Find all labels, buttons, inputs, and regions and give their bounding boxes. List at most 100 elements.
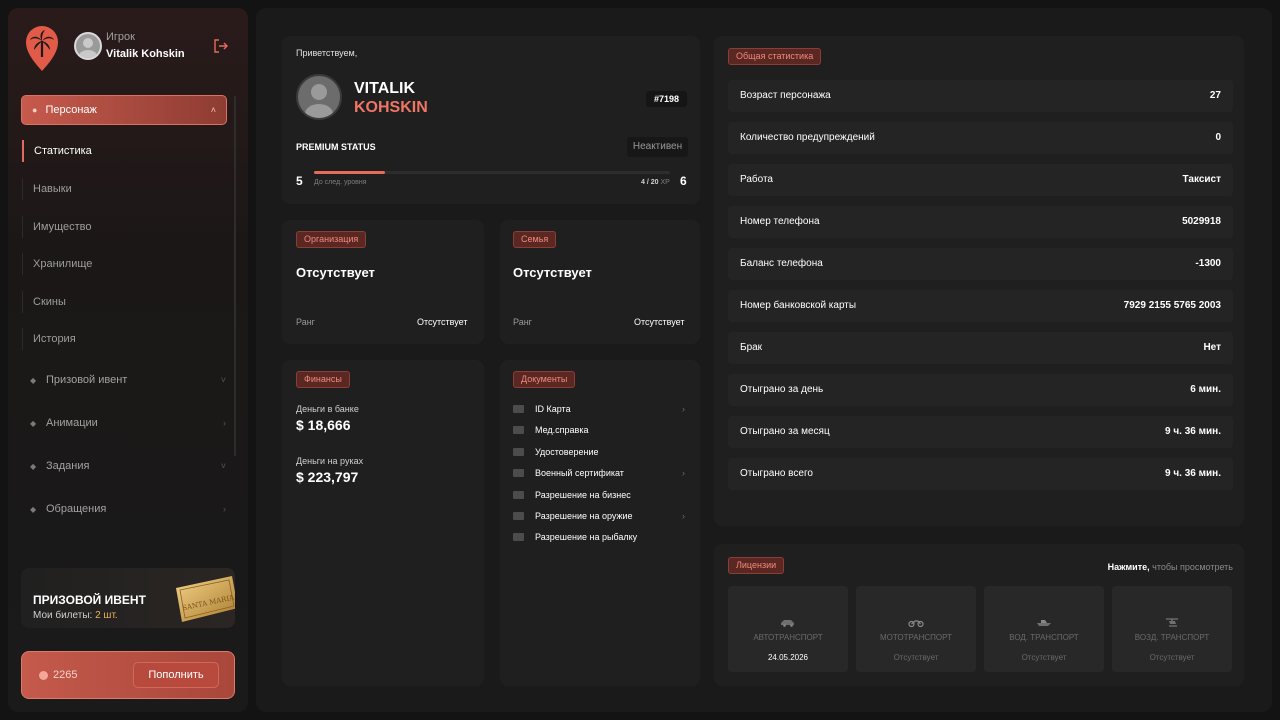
fish-icon (513, 533, 524, 541)
family-tag: Семья (513, 231, 557, 248)
license-value: Отсутствует (1021, 653, 1067, 662)
greeting: Приветствуем, (296, 48, 358, 58)
briefcase-icon (513, 491, 524, 499)
sidebar: Игрок Vitalik Kohskin ● Персонаж ˄ Стати… (8, 8, 248, 712)
submenu-item-history[interactable]: История (22, 328, 222, 350)
organization-value: Отсутствует (296, 265, 375, 280)
chevron-up-icon: ˄ (210, 105, 216, 115)
menu-item-character[interactable]: ● Персонаж ˄ (21, 95, 227, 125)
car-icon (781, 620, 794, 627)
animation-icon: ◆ (30, 419, 37, 428)
premium-label: PREMIUM STATUS (296, 142, 376, 152)
gift-icon: ◆ (30, 376, 37, 385)
family-rank-value: Отсутствует (634, 317, 685, 327)
licenses-tag: Лицензии (728, 557, 785, 574)
event-title: ПРИЗОВОЙ ИВЕНТ (33, 593, 146, 607)
stat-row: Отыграно за день 6 мин. (728, 374, 1233, 406)
menu-item-label: Призовой ивент (46, 374, 128, 386)
level-current: 5 (296, 174, 303, 188)
prize-event-card[interactable]: ПРИЗОВОЙ ИВЕНТ Мои билеты: 2 шт. SANTA M… (21, 568, 235, 628)
menu-item-label: Задания (46, 460, 90, 472)
stat-row: Количество предупреждений 0 (728, 122, 1233, 154)
player-id-badge: #7198 (646, 91, 688, 107)
menu-item-tasks[interactable]: ◆ Задания ˅ (30, 456, 226, 476)
person-icon: ● (32, 105, 38, 115)
menu-item-label: Анимации (46, 417, 98, 429)
level-next: 6 (680, 174, 687, 188)
licenses-hint: Нажмите, чтобы просмотреть (1107, 562, 1233, 572)
palm-logo-icon (26, 26, 58, 71)
menu-item-label: Обращения (46, 503, 107, 515)
xp-value: 4 / 20 XP (641, 179, 670, 186)
document-fishing[interactable]: Разрешение на рыбалку (513, 530, 685, 544)
document-military[interactable]: Военный сертификат › (513, 466, 685, 480)
balance-value: 2265 (53, 669, 78, 681)
certificate-icon (513, 448, 524, 456)
license-value: Отсутствует (893, 653, 939, 662)
chevron-down-icon: ˅ (220, 461, 226, 471)
xp-progress-bar (314, 171, 670, 174)
license-helicopter[interactable]: ВОЗД. ТРАНСПОРТ Отсутствует (1112, 586, 1232, 672)
ticket-icon: SANTA MARIA (176, 576, 235, 622)
profile-avatar (296, 74, 342, 120)
stat-row: Отыграно за месяц 9 ч. 36 мин. (728, 416, 1233, 448)
submenu-item-skins[interactable]: Скины (22, 291, 222, 313)
cash-money-value: $ 223,797 (296, 469, 359, 485)
boat-icon (1037, 620, 1051, 626)
stat-row: Брак Нет (728, 332, 1233, 364)
premium-status-badge: Неактивен (627, 137, 688, 157)
stat-row: Номер телефона 5029918 (728, 206, 1233, 238)
chevron-right-icon: › (223, 504, 226, 514)
military-icon (513, 469, 524, 477)
menu-item-animations[interactable]: ◆ Анимации › (30, 413, 226, 433)
license-type: АВТОТРАНСПОРТ (753, 633, 823, 642)
license-type: МОТОТРАНСПОРТ (879, 633, 953, 642)
documents-tag: Документы (513, 371, 576, 388)
license-value: 24.05.2026 (767, 653, 809, 662)
menu-item-requests[interactable]: ◆ Обращения › (30, 499, 226, 519)
submenu-item-property[interactable]: Имущество (22, 216, 222, 238)
document-medical[interactable]: Мед.справка (513, 423, 685, 437)
license-type: ВОЗД. ТРАНСПОРТ (1134, 633, 1210, 642)
user-name: Vitalik Kohskin (106, 48, 185, 60)
main-content: Приветствуем, VITALIK KOHSKIN #7198 PREM… (256, 8, 1272, 712)
license-car[interactable]: АВТОТРАНСПОРТ 24.05.2026 (728, 586, 848, 672)
chat-icon: ◆ (30, 505, 37, 514)
submenu-item-skills[interactable]: Навыки (22, 178, 222, 200)
license-motorcycle[interactable]: МОТОТРАНСПОРТ Отсутствует (856, 586, 976, 672)
helicopter-icon (1166, 618, 1178, 627)
submenu-item-statistics[interactable]: Статистика (22, 140, 222, 162)
finance-tag: Финансы (296, 371, 350, 388)
chevron-right-icon: › (682, 404, 685, 414)
menu-item-label: Персонаж (45, 104, 97, 116)
stat-row: Номер банковской карты 7929 2155 5765 200… (728, 290, 1233, 322)
family-rank-label: Ранг (513, 317, 532, 327)
menu-item-prize-event[interactable]: ◆ Призовой ивент ˅ (30, 370, 226, 390)
submenu-item-storage[interactable]: Хранилище (22, 253, 222, 275)
avatar[interactable] (74, 32, 102, 60)
logout-icon[interactable] (213, 38, 229, 54)
license-boat[interactable]: ВОД. ТРАНСПОРТ Отсутствует (984, 586, 1104, 672)
license-type: ВОД. ТРАНСПОРТ (1009, 633, 1079, 642)
chevron-down-icon: ˅ (220, 375, 226, 385)
last-name: KOHSKIN (354, 99, 428, 116)
stat-row: Возраст персонажа 27 (728, 80, 1233, 112)
next-level-label: До след. уровня (314, 179, 367, 186)
topup-button[interactable]: Пополнить (133, 662, 219, 688)
stat-row: Отыграно всего 9 ч. 36 мин. (728, 458, 1233, 490)
scrollbar[interactable] (234, 96, 236, 456)
bank-money-label: Деньги в банке (296, 404, 359, 414)
chevron-right-icon: › (682, 511, 685, 521)
document-license[interactable]: Удостоверение (513, 445, 685, 459)
document-business[interactable]: Разрешение на бизнес (513, 488, 685, 502)
event-tickets: Мои билеты: 2 шт. (33, 610, 118, 621)
document-id-card[interactable]: ID Карта › (513, 402, 685, 416)
medical-icon (513, 426, 524, 434)
user-role: Игрок (106, 31, 135, 43)
chevron-right-icon: › (223, 418, 226, 428)
document-weapon[interactable]: Разрешение на оружие › (513, 509, 685, 523)
chevron-right-icon: › (682, 468, 685, 478)
bank-money-value: $ 18,666 (296, 417, 351, 433)
cash-money-label: Деньги на руках (296, 456, 364, 466)
balance-card: 2265 Пополнить (21, 651, 235, 699)
